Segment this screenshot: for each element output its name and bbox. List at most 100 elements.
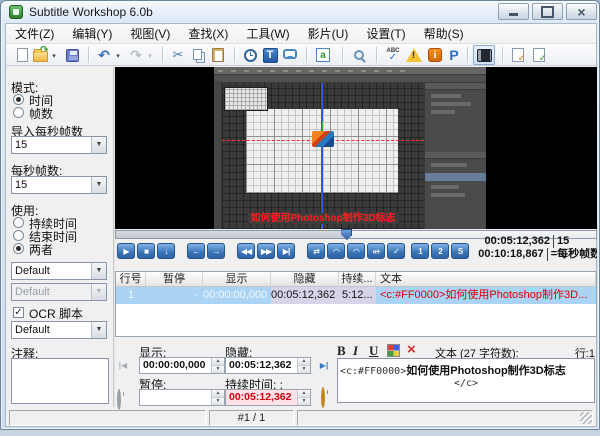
cell-pause[interactable]: - bbox=[146, 287, 203, 304]
duration-input[interactable]: 00:05:12,362 bbox=[225, 389, 311, 406]
open-file-dropdown-icon[interactable]: ▾ bbox=[50, 52, 58, 60]
search-icon[interactable] bbox=[351, 47, 367, 63]
fps-select[interactable]: 15▼ bbox=[11, 176, 107, 194]
charset-translation-select[interactable]: Default▼ bbox=[11, 283, 107, 301]
previous-subtitle-button[interactable]: ← bbox=[187, 243, 205, 259]
italic-button[interactable]: I bbox=[353, 343, 358, 359]
bold-button[interactable]: B bbox=[337, 343, 346, 359]
color-palette-icon[interactable] bbox=[387, 344, 400, 357]
set-start-button[interactable]: «+ bbox=[367, 243, 385, 259]
cell-line[interactable]: 1 bbox=[116, 287, 146, 304]
move-subtitle-button[interactable]: ⇄ bbox=[307, 243, 325, 259]
cell-hide[interactable]: 00:05:12,362 bbox=[271, 287, 339, 304]
sync-point-1-button[interactable]: 1 bbox=[411, 243, 429, 259]
cut-icon[interactable]: ✂ bbox=[170, 47, 186, 63]
input-fps-select[interactable]: 15▼ bbox=[11, 136, 107, 154]
chevron-down-icon[interactable]: ▼ bbox=[91, 177, 106, 193]
spinner-arrows[interactable] bbox=[297, 358, 310, 373]
next-subtitle-button[interactable]: → bbox=[207, 243, 225, 259]
menu-view[interactable]: 视图(V) bbox=[121, 23, 179, 44]
menu-file[interactable]: 文件(Z) bbox=[6, 23, 63, 44]
jump-previous-icon[interactable]: |◀ bbox=[116, 358, 130, 372]
both-radio[interactable] bbox=[13, 243, 24, 254]
cell-duration[interactable]: 5:12... bbox=[339, 287, 376, 304]
error-check-icon[interactable] bbox=[406, 47, 422, 63]
spellcheck-icon[interactable]: ABC✓ bbox=[385, 47, 401, 63]
menu-edit[interactable]: 编辑(Y) bbox=[63, 23, 121, 44]
mode-frames-label[interactable]: 帧数 bbox=[29, 105, 53, 122]
minimize-button[interactable] bbox=[498, 3, 529, 20]
add-sync-point-button[interactable]: S bbox=[451, 243, 469, 259]
stop-button[interactable]: ■ bbox=[137, 243, 155, 259]
sync-point-2-button[interactable]: 2 bbox=[431, 243, 449, 259]
redo-dropdown-icon[interactable]: ▾ bbox=[146, 52, 154, 60]
seek-thumb[interactable] bbox=[341, 229, 352, 240]
validate-translation-icon[interactable] bbox=[531, 47, 547, 63]
pascal-script-icon[interactable]: P bbox=[446, 47, 462, 63]
redo-icon[interactable]: ↷ bbox=[128, 47, 144, 63]
play-button[interactable]: ▶ bbox=[117, 243, 135, 259]
information-icon[interactable]: i bbox=[427, 47, 443, 63]
translate-icon[interactable]: a bbox=[315, 47, 331, 63]
resize-grip[interactable] bbox=[580, 412, 592, 424]
chevron-down-icon[interactable]: ▼ bbox=[91, 137, 106, 153]
subtitle-text: 如何使用Photoshop制作3D标志 bbox=[406, 365, 566, 377]
both-radio-label[interactable]: 两者 bbox=[29, 241, 53, 258]
spinner-arrows[interactable] bbox=[211, 358, 224, 373]
mode-frames-radio[interactable] bbox=[13, 107, 24, 118]
menu-help[interactable]: 帮助(S) bbox=[415, 23, 473, 44]
duration-radio[interactable] bbox=[13, 217, 24, 228]
copy-icon[interactable] bbox=[190, 47, 206, 63]
menu-movie[interactable]: 影片(U) bbox=[299, 23, 358, 44]
maximize-button[interactable] bbox=[532, 3, 563, 20]
open-file-icon[interactable] bbox=[32, 47, 48, 63]
playback-rate-button[interactable]: ▶| bbox=[277, 243, 295, 259]
table-row[interactable]: 1 - 00:00:00,000 00:05:12,362 5:12... <c… bbox=[116, 287, 596, 304]
move-start-button[interactable]: ◠ bbox=[327, 243, 345, 259]
rewind-button[interactable]: ◀◀ bbox=[237, 243, 255, 259]
validate-original-icon[interactable] bbox=[510, 47, 526, 63]
video-mode-toggle[interactable] bbox=[473, 45, 495, 65]
forward-button[interactable]: ▶▶ bbox=[257, 243, 275, 259]
comments-icon[interactable] bbox=[282, 47, 298, 63]
set-end-button[interactable]: ✓ bbox=[387, 243, 405, 259]
menu-tools[interactable]: 工具(W) bbox=[237, 23, 298, 44]
charset-primary-select[interactable]: Default▼ bbox=[11, 262, 107, 280]
underline-button[interactable]: U bbox=[369, 343, 378, 359]
default-pause-clock-icon[interactable] bbox=[321, 387, 325, 408]
scroll-list-button[interactable]: ↓ bbox=[157, 243, 175, 259]
ocr-scripts-checkbox[interactable] bbox=[13, 307, 24, 318]
chevron-down-icon[interactable]: ▼ bbox=[91, 263, 106, 279]
subtitle-text-input[interactable]: <c:#FF0000>如何使用Photoshop制作3D标志 </c> bbox=[337, 358, 595, 403]
move-end-button[interactable]: ◠ bbox=[347, 243, 365, 259]
chevron-down-icon[interactable]: ▼ bbox=[91, 322, 106, 338]
ocr-script-select[interactable]: Default▼ bbox=[11, 321, 107, 339]
hide-time-input[interactable]: 00:05:12,362 bbox=[225, 357, 311, 374]
clear-format-icon[interactable]: × bbox=[407, 343, 416, 356]
film-icon bbox=[477, 49, 492, 62]
text-tools-icon[interactable]: T bbox=[262, 47, 278, 63]
final-time-radio[interactable] bbox=[13, 230, 24, 241]
menu-settings[interactable]: 设置(T) bbox=[357, 23, 414, 44]
spinner-arrows[interactable] bbox=[297, 390, 310, 405]
pause-input[interactable] bbox=[139, 389, 225, 406]
menu-search[interactable]: 查找(X) bbox=[179, 23, 237, 44]
time-tools-icon[interactable] bbox=[242, 47, 258, 63]
save-icon[interactable] bbox=[64, 47, 80, 63]
paste-icon[interactable] bbox=[210, 47, 226, 63]
new-file-icon[interactable] bbox=[14, 47, 30, 63]
ocr-scripts-label[interactable]: OCR 脚本 bbox=[29, 305, 83, 322]
undo-dropdown-icon[interactable]: ▾ bbox=[114, 52, 122, 60]
subtitle-list: 行号 暂停 显示 隐藏 持续... 文本 1 - 00:00:00,000 00… bbox=[115, 271, 597, 337]
show-time-input[interactable]: 00:00:00,000 bbox=[139, 357, 225, 374]
pause-clock-icon[interactable] bbox=[117, 389, 121, 410]
undo-icon[interactable]: ↶ bbox=[96, 47, 112, 63]
jump-next-icon[interactable]: ▶| bbox=[317, 358, 331, 372]
spinner-arrows[interactable] bbox=[211, 390, 224, 405]
cell-text[interactable]: <c:#FF0000>如何使用Photoshop制作3D... bbox=[376, 287, 596, 304]
video-display[interactable]: 如何使用Photoshop制作3D标志 bbox=[115, 67, 597, 229]
mode-time-radio[interactable] bbox=[13, 94, 24, 105]
cell-show[interactable]: 00:00:00,000 bbox=[203, 287, 271, 304]
notes-textarea[interactable] bbox=[11, 358, 109, 404]
close-button[interactable] bbox=[566, 3, 597, 20]
